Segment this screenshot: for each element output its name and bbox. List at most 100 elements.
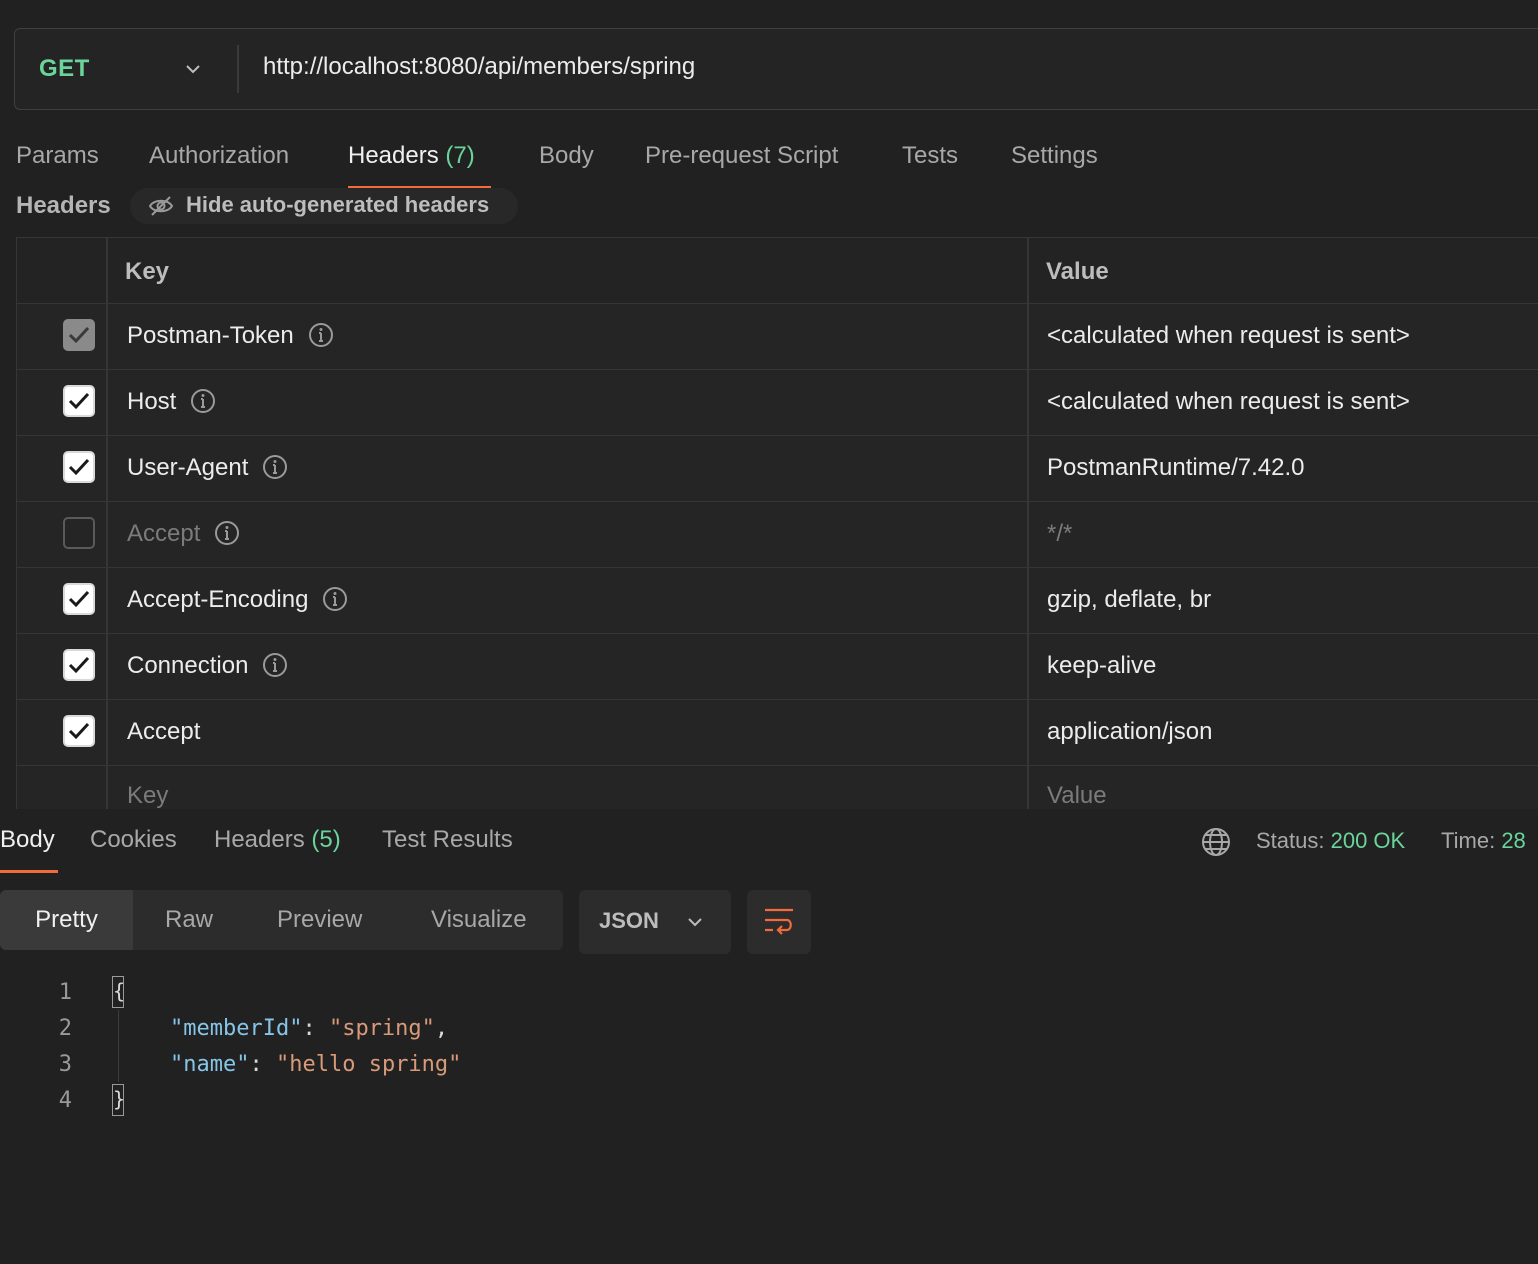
url-input[interactable]: http://localhost:8080/api/members/spring — [263, 53, 695, 81]
row-checkbox[interactable] — [63, 583, 95, 615]
header-key-cell[interactable]: Connection — [127, 652, 288, 680]
time-value: 28 — [1501, 828, 1526, 853]
header-value-cell[interactable]: <calculated when request is sent> — [1047, 388, 1410, 416]
chevron-down-icon — [688, 918, 702, 927]
code-line: "name": "hello spring" — [170, 1052, 461, 1077]
response-status: Status: 200 OK — [1256, 828, 1405, 854]
table-row: User-Agent PostmanRuntime/7.42.0 — [17, 436, 1538, 502]
header-key-text: Accept-Encoding — [127, 586, 309, 613]
tab-authorization[interactable]: Authorization — [149, 142, 289, 170]
info-icon[interactable] — [322, 586, 348, 612]
new-key-input[interactable]: Key — [127, 782, 168, 810]
table-row: Postman-Token <calculated when request i… — [17, 304, 1538, 370]
header-key-cell[interactable]: Accept-Encoding — [127, 586, 348, 614]
info-icon[interactable] — [262, 454, 288, 480]
header-value-cell[interactable]: PostmanRuntime/7.42.0 — [1047, 454, 1304, 482]
tab-headers-label: Headers — [348, 142, 439, 169]
json-comma: , — [434, 1016, 449, 1041]
view-raw-button[interactable]: Raw — [165, 890, 213, 950]
json-key: "name" — [170, 1052, 250, 1077]
header-key-cell[interactable]: Accept — [127, 520, 240, 548]
json-string: "hello spring" — [275, 1052, 462, 1077]
header-value-cell[interactable]: gzip, deflate, br — [1047, 586, 1211, 614]
new-value-input[interactable]: Value — [1047, 782, 1107, 810]
json-colon: : — [302, 1016, 329, 1041]
open-brace: { — [112, 976, 125, 1008]
response-tab-headers-count: (5) — [311, 826, 341, 853]
wrap-lines-button[interactable] — [747, 890, 811, 954]
response-tab-test-results[interactable]: Test Results — [382, 826, 513, 854]
header-value-cell[interactable]: keep-alive — [1047, 652, 1156, 680]
row-checkbox[interactable] — [63, 319, 95, 351]
code-line: "memberId": "spring", — [170, 1016, 448, 1041]
tab-headers[interactable]: Headers (7) — [348, 142, 475, 170]
view-visualize-button[interactable]: Visualize — [431, 890, 527, 950]
row-checkbox[interactable] — [63, 451, 95, 483]
response-tab-body[interactable]: Body — [0, 826, 55, 854]
format-select[interactable]: JSON — [579, 890, 731, 954]
table-row: Connection keep-alive — [17, 634, 1538, 700]
wrap-lines-icon — [765, 908, 793, 935]
headers-section-title: Headers — [16, 192, 111, 219]
line-number: 2 — [58, 1016, 72, 1041]
headers-table: Key Value Postman-Token <calculated when… — [16, 237, 1538, 810]
info-icon[interactable] — [262, 652, 288, 678]
info-icon[interactable] — [190, 388, 216, 414]
line-number: 4 — [58, 1088, 72, 1113]
header-key-text: Connection — [127, 652, 249, 679]
line-number: 3 — [58, 1052, 72, 1077]
json-colon: : — [249, 1052, 276, 1077]
response-active-tab-indicator — [0, 870, 58, 873]
response-tab-headers-label: Headers — [214, 826, 305, 853]
hide-button-label: Hide auto-generated headers — [186, 192, 490, 217]
table-row: Accept application/json — [17, 700, 1538, 766]
tab-headers-count: (7) — [445, 142, 475, 169]
row-checkbox[interactable] — [63, 649, 95, 681]
view-pretty-button[interactable]: Pretty — [0, 890, 133, 950]
tab-body[interactable]: Body — [539, 142, 594, 170]
header-key-text: User-Agent — [127, 454, 249, 481]
column-divider — [106, 238, 108, 810]
table-row: Accept-Encoding gzip, deflate, br — [17, 568, 1538, 634]
tab-params[interactable]: Params — [16, 142, 99, 170]
column-header-value: Value — [1046, 258, 1109, 285]
response-tab-cookies[interactable]: Cookies — [90, 826, 177, 854]
header-value-cell[interactable]: application/json — [1047, 718, 1212, 746]
header-key-cell[interactable]: User-Agent — [127, 454, 288, 482]
hide-auto-generated-headers-button[interactable]: Hide auto-generated headers — [130, 188, 518, 224]
info-icon[interactable] — [214, 520, 240, 546]
response-tab-headers[interactable]: Headers (5) — [214, 826, 341, 854]
tab-settings[interactable]: Settings — [1011, 142, 1098, 170]
response-time: Time: 28 — [1441, 828, 1538, 854]
table-row-new: Key Value — [17, 766, 1538, 810]
view-preview-button[interactable]: Preview — [277, 890, 362, 950]
column-header-key: Key — [125, 258, 170, 285]
status-label: Status: — [1256, 828, 1325, 853]
header-key-text: Accept — [127, 520, 201, 547]
row-checkbox[interactable] — [63, 715, 95, 747]
json-string: "spring" — [328, 1016, 435, 1041]
tab-tests[interactable]: Tests — [902, 142, 958, 170]
header-value-cell[interactable]: <calculated when request is sent> — [1047, 322, 1410, 350]
view-mode-group: Pretty Raw Preview Visualize — [0, 890, 563, 950]
header-key-text: Host — [127, 388, 177, 415]
chevron-down-icon[interactable] — [183, 59, 203, 79]
json-key: "memberId" — [170, 1016, 303, 1041]
tab-prerequest-script[interactable]: Pre-request Script — [645, 142, 838, 170]
table-row: Host <calculated when request is sent> — [17, 370, 1538, 436]
url-divider — [237, 45, 239, 93]
eye-off-icon — [148, 196, 174, 216]
header-key-cell[interactable]: Postman-Token — [127, 322, 334, 350]
request-url-bar: GET http://localhost:8080/api/members/sp… — [14, 28, 1538, 110]
method-select[interactable]: GET — [39, 55, 90, 83]
info-icon[interactable] — [308, 322, 334, 348]
header-key-cell[interactable]: Accept — [127, 718, 200, 746]
header-key-cell[interactable]: Host — [127, 388, 216, 416]
globe-icon[interactable] — [1200, 826, 1232, 858]
header-value-cell[interactable]: */* — [1047, 520, 1072, 548]
time-label: Time: — [1441, 828, 1496, 853]
status-value: 200 OK — [1330, 828, 1406, 853]
header-key-text: Postman-Token — [127, 322, 294, 349]
row-checkbox[interactable] — [63, 517, 95, 549]
row-checkbox[interactable] — [63, 385, 95, 417]
